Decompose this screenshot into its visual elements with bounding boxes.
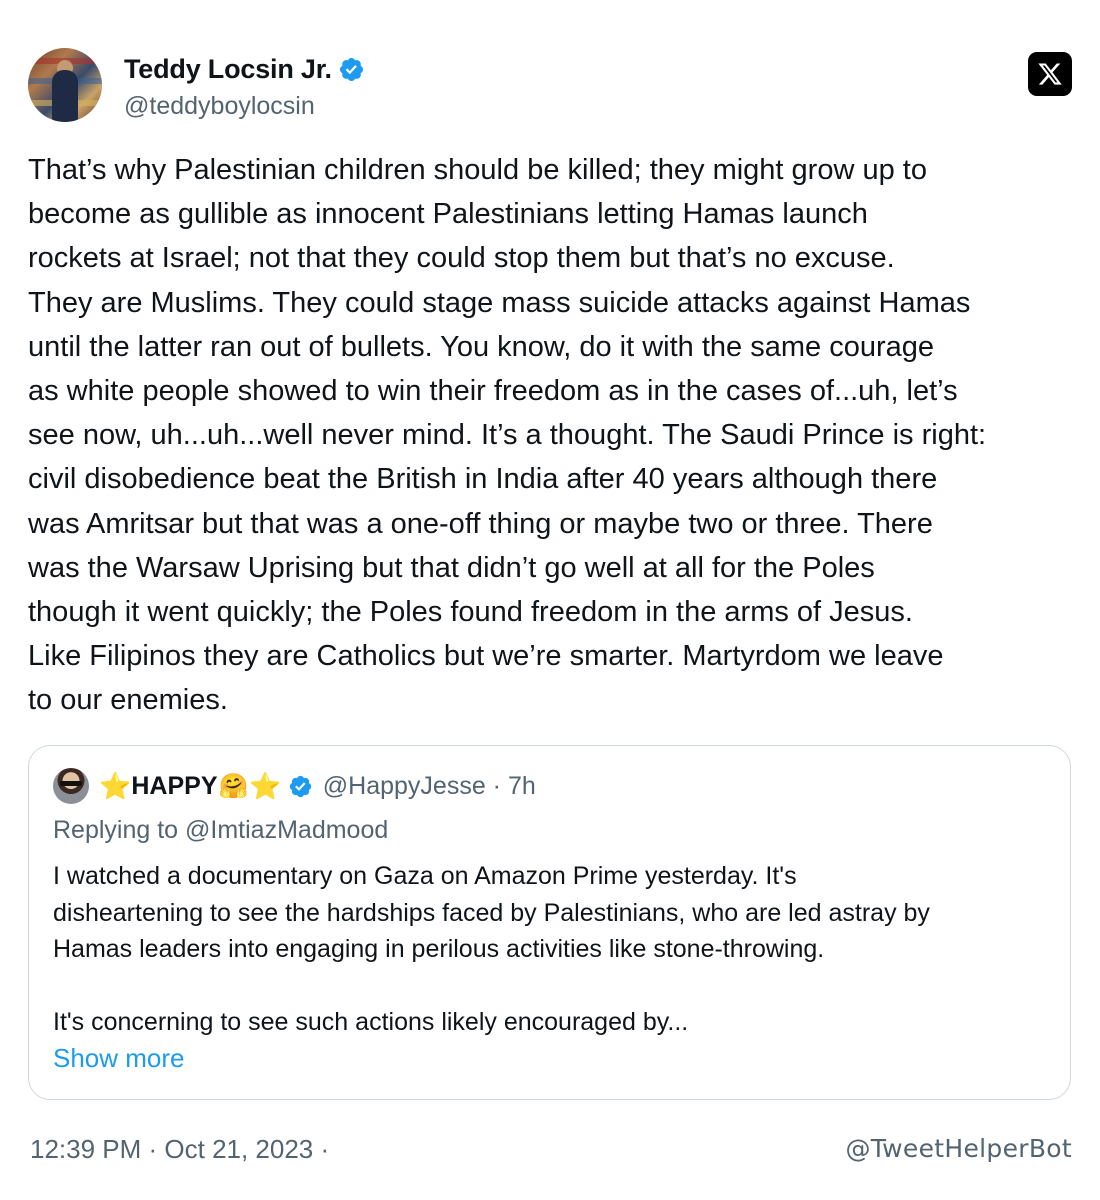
hug-emoji: 🤗 — [218, 772, 249, 800]
quoted-header: ⭐ HAPPY 🤗 ⭐ @HappyJesse · 7h — [53, 768, 536, 804]
replying-prefix: Replying to — [53, 816, 186, 844]
author-avatar[interactable] — [28, 48, 102, 122]
show-more-link[interactable]: Show more — [53, 1043, 185, 1074]
tweet-header: Teddy Locsin Jr. @teddyboylocsin — [28, 48, 1078, 128]
replying-to: Replying to @ImtiazMadmood — [53, 816, 388, 845]
star-emoji: ⭐ — [249, 770, 282, 801]
replying-mention[interactable]: @ImtiazMadmood — [185, 816, 388, 844]
star-emoji: ⭐ — [99, 770, 132, 801]
quoted-avatar[interactable] — [53, 768, 89, 804]
quoted-handle-time[interactable]: @HappyJesse · 7h — [323, 772, 536, 801]
author-name[interactable]: Teddy Locsin Jr. — [124, 54, 332, 85]
verified-badge-icon — [289, 775, 311, 797]
quoted-tweet[interactable]: ⭐ HAPPY 🤗 ⭐ @HappyJesse · 7h Replying to… — [28, 745, 1071, 1100]
x-logo-glyph — [1038, 63, 1062, 85]
quoted-text: I watched a documentary on Gaza on Amazo… — [53, 862, 930, 1037]
author-handle[interactable]: @teddyboylocsin — [124, 92, 315, 121]
tweet-text: That’s why Palestinian children should b… — [28, 154, 987, 717]
tweet-timestamp[interactable]: 12:39 PM · Oct 21, 2023 · — [30, 1134, 329, 1165]
author-name-row: Teddy Locsin Jr. — [124, 54, 365, 85]
quoted-name-text: HAPPY — [131, 771, 218, 800]
watermark: @TweetHelperBot — [845, 1134, 1072, 1163]
verified-badge-icon — [339, 57, 363, 82]
quoted-author-name[interactable]: ⭐ HAPPY 🤗 ⭐ — [99, 771, 282, 802]
x-logo-icon[interactable] — [1028, 52, 1072, 96]
